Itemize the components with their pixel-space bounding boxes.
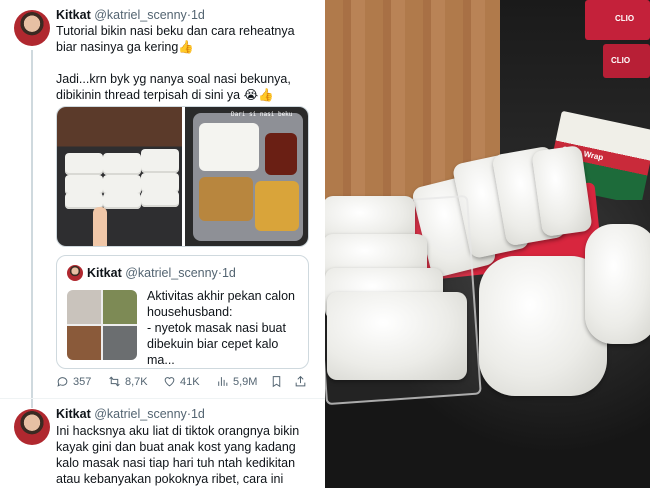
media-photo-meal-tray[interactable]: Dari si nasi beku	[185, 107, 308, 246]
reply-icon	[57, 377, 68, 387]
thumb-cell	[103, 290, 137, 324]
author-name[interactable]: Kitkat	[56, 8, 91, 22]
food-tray	[193, 113, 303, 241]
view-count: 5,9M	[233, 375, 258, 388]
views-button[interactable]: 5,9M	[216, 375, 257, 388]
thumb-cell	[67, 326, 101, 360]
egg-compartment	[255, 181, 299, 231]
tweet-actions: 357 8,7K 41K 5,9M	[56, 375, 312, 391]
retweet-count: 8,7K	[125, 375, 148, 388]
avatar[interactable]	[14, 10, 50, 46]
tweet-2[interactable]: Kitkat @katriel_scenny·1d Ini hacksnya a…	[0, 399, 325, 488]
avatar[interactable]	[14, 409, 50, 445]
frozen-rice-photo[interactable]: CLIO CLIO Cling Wrap	[325, 0, 650, 488]
reply-button[interactable]: 357	[56, 375, 91, 388]
share-button[interactable]	[294, 375, 307, 388]
tweet-header: Kitkat @katriel_scenny·1d	[56, 407, 205, 421]
author-handle[interactable]: @katriel_scenny	[94, 407, 187, 421]
author-name[interactable]: Kitkat	[56, 407, 91, 421]
quote-time: 1d	[221, 266, 236, 280]
heart-icon	[164, 377, 175, 387]
retweet-button[interactable]: 8,7K	[108, 375, 148, 388]
frozen-rice-pack	[327, 292, 467, 380]
author-handle[interactable]: @katriel_scenny	[94, 8, 187, 22]
rice-block	[103, 175, 141, 195]
box-label: CLIO	[611, 56, 631, 65]
like-count: 41K	[180, 375, 200, 388]
bookmark-icon	[272, 376, 281, 388]
rice-block	[103, 153, 141, 175]
reply-count: 357	[73, 375, 92, 388]
rice-block	[65, 153, 103, 175]
quote-text: Aktivitas akhir pekan calon househusband…	[147, 289, 295, 367]
tweet-text: Ini hacksnya aku liat di tiktok orangnya…	[56, 424, 300, 486]
thumb-cell	[103, 326, 137, 360]
rice-block	[103, 193, 141, 209]
tweet-thread: Kitkat @katriel_scenny·1d Tutorial bikin…	[0, 0, 325, 488]
tweet-time[interactable]: 1d	[191, 407, 205, 421]
thread-connector-line	[31, 50, 33, 408]
tweet-text: Tutorial bikin nasi beku dan cara reheat…	[56, 24, 295, 102]
thumb-cell	[67, 290, 101, 324]
share-icon	[295, 375, 306, 387]
tweet-media[interactable]: Dari si nasi beku	[56, 106, 309, 247]
box-label: CLIO	[615, 14, 635, 23]
red-box-top: CLIO	[585, 0, 650, 40]
rice-block	[141, 173, 179, 193]
quote-author-handle: @katriel_scenny	[125, 266, 218, 280]
quoted-tweet[interactable]: Kitkat @katriel_scenny·1d Aktivitas akhi…	[56, 255, 309, 369]
noodles-compartment	[199, 177, 253, 221]
quote-author-name: Kitkat	[87, 266, 122, 280]
rice-block	[141, 191, 179, 207]
views-icon	[218, 377, 228, 386]
rice-block	[65, 175, 103, 195]
like-button[interactable]: 41K	[163, 375, 200, 388]
hand-peace-sign	[93, 207, 107, 246]
frozen-rice-pack	[585, 224, 650, 344]
bookmark-button[interactable]	[270, 375, 283, 388]
red-box-middle: CLIO	[603, 44, 650, 78]
media-photo-rice-stack[interactable]	[57, 107, 182, 246]
rice-block	[141, 149, 179, 173]
quote-avatar	[67, 265, 83, 281]
photo-caption-label: Dari si nasi beku	[231, 111, 293, 118]
rice-compartment	[199, 123, 259, 171]
quote-header: Kitkat @katriel_scenny·1d	[87, 266, 236, 280]
tweet-1[interactable]: Kitkat @katriel_scenny·1d Tutorial bikin…	[0, 0, 325, 408]
quote-media-thumbnail	[67, 290, 137, 360]
tweet-header: Kitkat @katriel_scenny·1d	[56, 8, 205, 22]
retweet-icon	[109, 376, 120, 387]
beans-compartment	[265, 133, 297, 175]
tweet-time[interactable]: 1d	[191, 8, 205, 22]
